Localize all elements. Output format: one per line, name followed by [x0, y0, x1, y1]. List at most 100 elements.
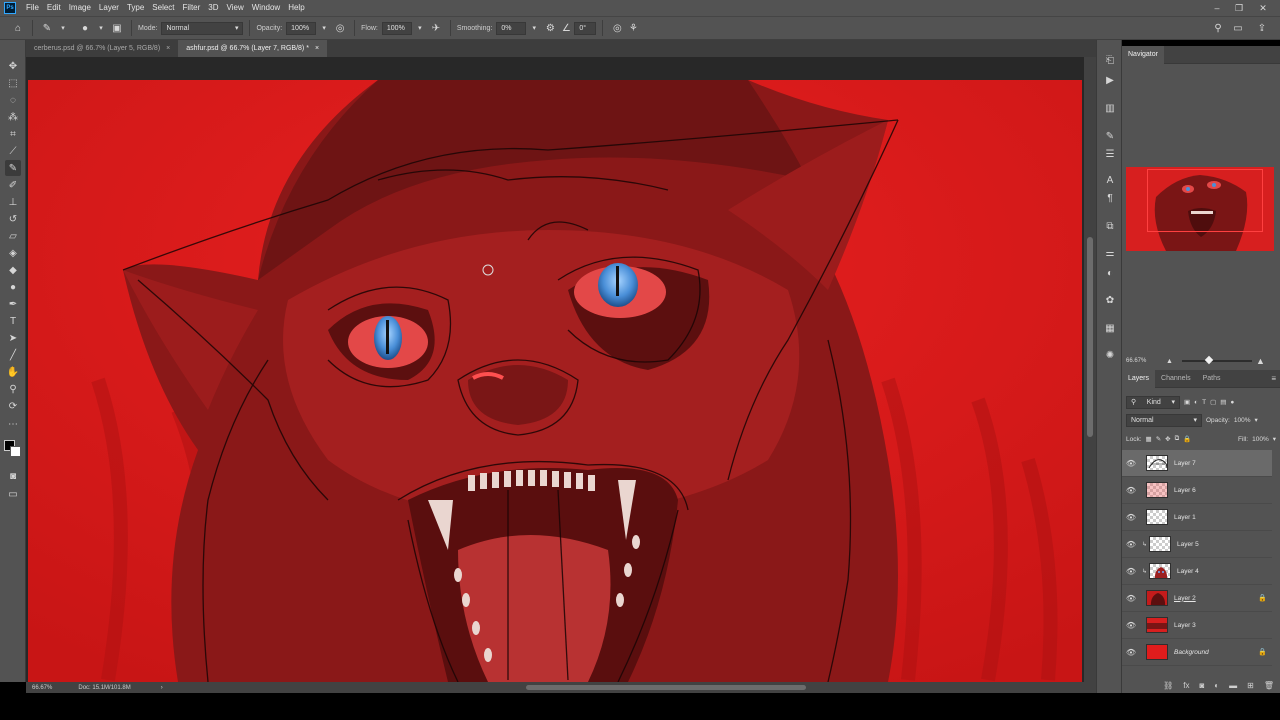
- lock-position-icon[interactable]: ✥: [1165, 435, 1170, 443]
- layer-row-layer-3[interactable]: 👁 Layer 3: [1122, 612, 1272, 639]
- pressure-size-icon[interactable]: ◎: [609, 20, 625, 36]
- navigator-view-box[interactable]: [1147, 169, 1263, 232]
- more-tools-icon[interactable]: ⋯: [5, 416, 21, 432]
- layer-name[interactable]: Layer 7: [1174, 460, 1272, 467]
- dodge-tool-icon[interactable]: ●: [5, 279, 21, 295]
- smoothing-settings-gear-icon[interactable]: ⚙: [542, 20, 558, 36]
- tab-navigator[interactable]: Navigator: [1122, 45, 1164, 64]
- brush-size-icon[interactable]: ●: [77, 20, 93, 36]
- layer-name[interactable]: Layer 2: [1174, 595, 1258, 602]
- brush-preset-icon[interactable]: ✎: [39, 20, 55, 36]
- navigator-thumbnail[interactable]: [1126, 167, 1274, 251]
- layer-name[interactable]: Background: [1174, 649, 1258, 656]
- menu-filter[interactable]: Filter: [179, 0, 205, 16]
- layer-filter-kind[interactable]: ⚲ Kind ▾: [1126, 395, 1180, 409]
- tab-channels[interactable]: Channels: [1155, 370, 1197, 388]
- properties-panel-icon[interactable]: ⚌: [1102, 245, 1118, 261]
- adjustment-layer-icon[interactable]: ◐: [1214, 681, 1219, 690]
- pressure-opacity-icon[interactable]: ◎: [332, 20, 348, 36]
- angle-icon[interactable]: ∠: [558, 20, 574, 36]
- blend-mode-select[interactable]: Normal ▾: [1126, 413, 1202, 427]
- zoom-out-icon[interactable]: ▲: [1166, 358, 1173, 365]
- type-tool-icon[interactable]: T: [5, 313, 21, 329]
- panel-menu-icon[interactable]: ≡: [1271, 374, 1276, 383]
- opacity-field[interactable]: 100%: [286, 21, 317, 35]
- share-icon[interactable]: ⇪: [1254, 20, 1270, 36]
- menu-file[interactable]: File: [22, 0, 43, 16]
- tab-ashfur[interactable]: ashfur.psd @ 66.7% (Layer 7, RGB/8) * ×: [178, 40, 328, 57]
- quick-mask-icon[interactable]: ◙: [5, 468, 21, 484]
- swatches-panel-icon[interactable]: ▦: [1102, 320, 1118, 336]
- chevron-down-icon[interactable]: ▾: [55, 20, 71, 36]
- layer-row-layer-5[interactable]: 👁 ↳ Layer 5: [1122, 531, 1272, 558]
- visibility-eye-icon[interactable]: 👁: [1122, 540, 1140, 549]
- horizontal-scrollbar[interactable]: [526, 685, 806, 690]
- status-zoom[interactable]: 66.67%: [32, 685, 52, 691]
- libraries-panel-icon[interactable]: ✺: [1102, 347, 1118, 363]
- layer-name[interactable]: Layer 1: [1174, 514, 1272, 521]
- tab-layers[interactable]: Layers: [1122, 369, 1156, 388]
- rotate-view-tool-icon[interactable]: ⟳: [5, 398, 21, 414]
- chevron-down-icon[interactable]: ▾: [93, 20, 109, 36]
- quick-select-tool-icon[interactable]: ⁂: [5, 109, 21, 125]
- status-doc-size[interactable]: Doc: 15.1M/101.8M: [78, 685, 130, 691]
- eyedropper-tool-icon[interactable]: ⟋: [5, 143, 21, 159]
- glyphs-panel-icon[interactable]: ⧉: [1102, 218, 1118, 234]
- layer-style-fx-icon[interactable]: fx: [1183, 681, 1189, 690]
- menu-view[interactable]: View: [223, 0, 248, 16]
- fill-value[interactable]: 100%: [1252, 436, 1269, 443]
- mode-select[interactable]: Normal ▾: [161, 21, 244, 35]
- layer-opacity-value[interactable]: 100%: [1234, 417, 1251, 424]
- pen-tool-icon[interactable]: ✒: [5, 296, 21, 312]
- close-tab-icon[interactable]: ×: [315, 45, 319, 52]
- layer-name[interactable]: Layer 4: [1177, 568, 1272, 575]
- chevron-down-icon[interactable]: ▾: [316, 20, 332, 36]
- color-swatches[interactable]: [4, 438, 22, 457]
- menu-image[interactable]: Image: [65, 0, 95, 16]
- filter-shape-icon[interactable]: ▢: [1210, 398, 1216, 406]
- lock-all-icon[interactable]: 🔒: [1183, 435, 1191, 443]
- path-select-tool-icon[interactable]: ➤: [5, 330, 21, 346]
- zoom-tool-icon[interactable]: ⚲: [5, 381, 21, 397]
- angle-field[interactable]: 0°: [574, 21, 597, 35]
- new-group-icon[interactable]: ▬: [1229, 681, 1237, 690]
- zoom-in-icon[interactable]: ▲: [1256, 356, 1265, 366]
- delete-layer-icon[interactable]: 🗑: [1264, 681, 1274, 690]
- blur-tool-icon[interactable]: ◆: [5, 262, 21, 278]
- add-mask-icon[interactable]: ◙: [1199, 681, 1204, 690]
- layer-name[interactable]: Layer 6: [1174, 487, 1272, 494]
- filter-type-icon[interactable]: T: [1202, 399, 1206, 406]
- layer-row-layer-2[interactable]: 👁 Layer 2 🔒: [1122, 585, 1272, 612]
- filter-pixel-icon[interactable]: ▣: [1184, 398, 1190, 406]
- menu-3d[interactable]: 3D: [204, 0, 222, 16]
- smoothing-field[interactable]: 0%: [496, 21, 527, 35]
- layer-name[interactable]: Layer 3: [1174, 622, 1272, 629]
- actions-panel-icon[interactable]: ▶: [1102, 72, 1118, 88]
- character-panel-icon[interactable]: A: [1102, 172, 1118, 188]
- tab-cerberus[interactable]: cerberus.psd @ 66.7% (Layer 5, RGB/8) ×: [26, 40, 179, 57]
- brush-tool-icon[interactable]: ✎: [5, 160, 21, 176]
- layer-name[interactable]: Layer 5: [1177, 541, 1272, 548]
- crop-tool-icon[interactable]: ⌗: [5, 126, 21, 142]
- workspace-icon[interactable]: ▭: [1230, 20, 1246, 36]
- symmetry-butterfly-icon[interactable]: ⚘: [625, 20, 641, 36]
- minimize-button[interactable]: –: [1206, 0, 1228, 16]
- hand-tool-icon[interactable]: ✋: [5, 364, 21, 380]
- filter-adjustment-icon[interactable]: ◐: [1194, 399, 1198, 406]
- link-layers-icon[interactable]: ⛓: [1163, 681, 1173, 690]
- menu-help[interactable]: Help: [284, 0, 308, 16]
- color-panel-icon[interactable]: ✿: [1102, 292, 1118, 308]
- visibility-eye-icon[interactable]: 👁: [1122, 459, 1140, 468]
- lock-artboard-icon[interactable]: ⧉: [1175, 435, 1180, 443]
- home-icon[interactable]: ⌂: [10, 20, 26, 36]
- close-tab-icon[interactable]: ×: [166, 45, 170, 52]
- status-menu-arrow-icon[interactable]: ›: [161, 685, 163, 691]
- brush-settings-icon[interactable]: ▣: [109, 20, 125, 36]
- layer-row-layer-6[interactable]: 👁 Layer 6: [1122, 477, 1272, 504]
- close-window-button[interactable]: ✕: [1252, 0, 1274, 16]
- styles-panel-icon[interactable]: ◐: [1102, 265, 1118, 281]
- menu-type[interactable]: Type: [123, 0, 148, 16]
- zoom-slider[interactable]: [1182, 360, 1252, 362]
- artwork-canvas[interactable]: [28, 80, 1082, 682]
- visibility-eye-icon[interactable]: 👁: [1122, 486, 1140, 495]
